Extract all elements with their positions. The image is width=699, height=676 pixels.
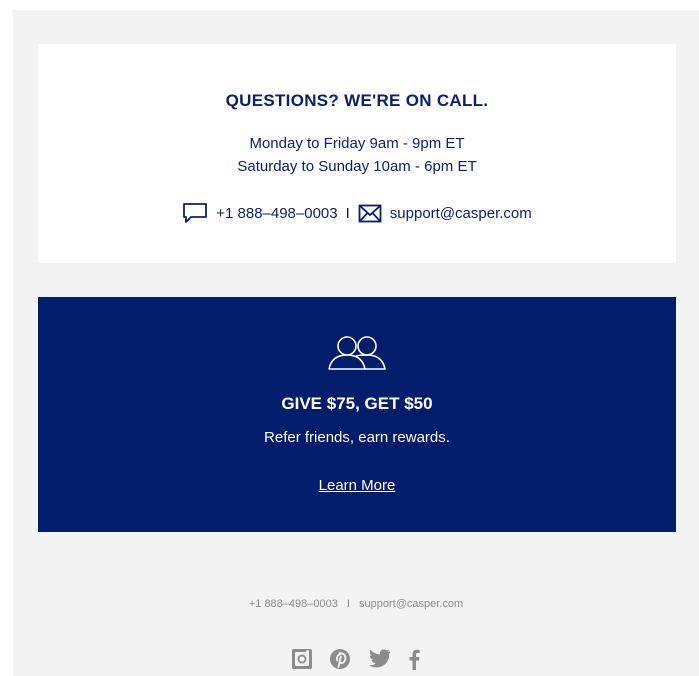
mail-icon bbox=[358, 204, 382, 223]
twitter-icon[interactable] bbox=[367, 649, 391, 674]
learn-more-link[interactable]: Learn More bbox=[319, 477, 396, 494]
referral-banner: GIVE $75, GET $50 Refer friends, earn re… bbox=[38, 297, 676, 532]
contact-row: +1 888–498–0003 I support@casper.com bbox=[38, 202, 676, 224]
pinterest-icon[interactable] bbox=[329, 648, 351, 675]
contact-phone-link[interactable]: +1 888–498–0003 bbox=[216, 205, 337, 222]
contact-separator: I bbox=[345, 204, 350, 222]
social-links bbox=[13, 648, 699, 675]
contact-card: QUESTIONS? WE'RE ON CALL. Monday to Frid… bbox=[38, 44, 676, 263]
contact-title: QUESTIONS? WE'RE ON CALL. bbox=[225, 91, 489, 110]
email-body: QUESTIONS? WE'RE ON CALL. Monday to Frid… bbox=[13, 10, 699, 676]
hours-weekday: Monday to Friday 9am - 9pm ET bbox=[249, 135, 465, 152]
people-icon bbox=[326, 335, 388, 376]
contact-email-link[interactable]: support@casper.com bbox=[390, 205, 532, 222]
chat-icon bbox=[182, 202, 208, 224]
footer-contact: +1 888–498–0003 I support@casper.com bbox=[13, 598, 699, 610]
footer-separator: I bbox=[346, 598, 350, 610]
hours-weekend: Saturday to Sunday 10am - 6pm ET bbox=[237, 158, 477, 175]
facebook-icon[interactable] bbox=[407, 648, 421, 675]
footer-phone-link[interactable]: +1 888–498–0003 bbox=[249, 598, 338, 610]
referral-heading: GIVE $75, GET $50 bbox=[281, 394, 433, 413]
footer-email-link[interactable]: support@casper.com bbox=[359, 598, 463, 610]
referral-subtext: Refer friends, earn rewards. bbox=[264, 429, 450, 446]
hours-block: Monday to Friday 9am - 9pm ET Saturday t… bbox=[38, 132, 676, 178]
instagram-icon[interactable] bbox=[291, 648, 313, 675]
learn-more-container: Learn More bbox=[38, 477, 676, 494]
